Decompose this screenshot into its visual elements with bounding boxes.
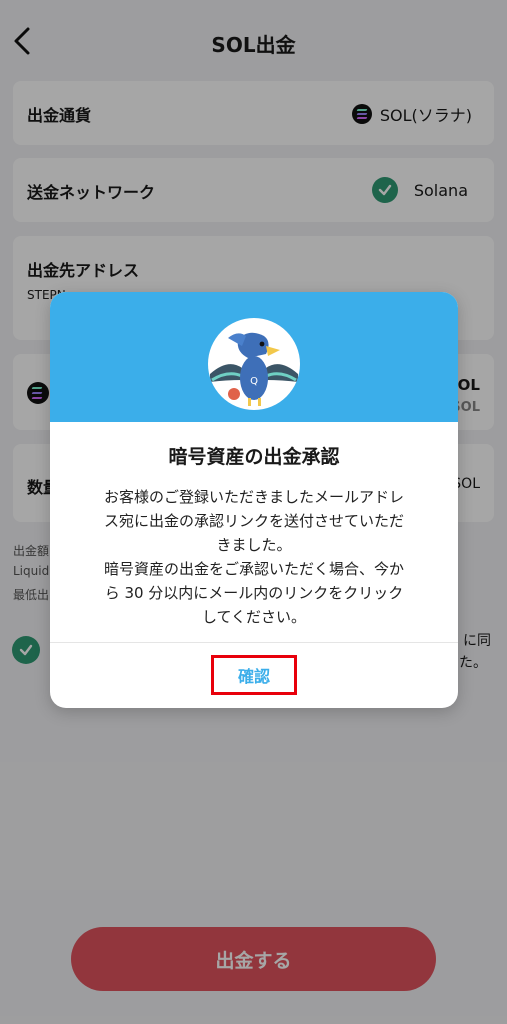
dialog-title: 暗号資産の出金承認 bbox=[168, 446, 340, 468]
dialog-message-line: してください。 bbox=[201, 608, 307, 626]
svg-text:Q: Q bbox=[250, 376, 258, 387]
dialog-header-banner: Q bbox=[50, 292, 458, 422]
dialog-message-line: きました。 bbox=[216, 536, 292, 554]
dialog-message-line: 暗号資産の出金をご承認いただく場合、今か bbox=[103, 560, 404, 578]
dialog-message-line: お客様のご登録いただきましたメールアドレ bbox=[103, 488, 404, 506]
divider bbox=[50, 642, 458, 643]
mascot-bird-icon: Q bbox=[208, 318, 300, 410]
dialog-message-line: ス宛に出金の承認リンクを送付させていただ bbox=[103, 512, 404, 530]
confirm-button[interactable]: 確認 bbox=[211, 655, 297, 695]
dialog-message-line: ら 30 分以内にメール内のリンクをクリック bbox=[104, 584, 404, 602]
withdrawal-approval-dialog: Q 暗号資産の出金承認 お客様のご登録いただきましたメールアドレ ス宛に出金の承… bbox=[50, 292, 458, 708]
dialog-message: お客様のご登録いただきましたメールアドレ ス宛に出金の承認リンクを送付させていた… bbox=[68, 485, 440, 629]
